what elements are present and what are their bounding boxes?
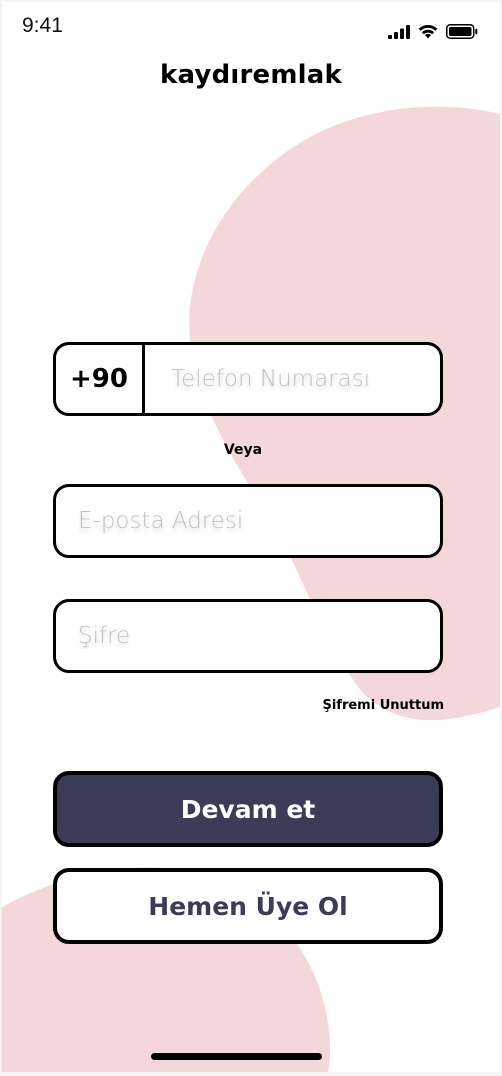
- register-button[interactable]: Hemen Üye Ol: [53, 868, 443, 944]
- wifi-icon: [418, 24, 438, 38]
- login-screen: 9:41 kaydıremlak +90 Veya Şifremi Unuttu…: [2, 2, 500, 1072]
- forgot-password-link[interactable]: Şifremi Unuttum: [322, 698, 444, 713]
- app-title: kaydıremlak: [159, 60, 342, 90]
- or-separator: Veya: [223, 442, 263, 458]
- email-input[interactable]: [56, 487, 440, 555]
- status-time: 9:41: [22, 14, 63, 37]
- country-code[interactable]: +90: [56, 345, 145, 413]
- home-indicator: [151, 1053, 322, 1060]
- password-field: [53, 599, 443, 673]
- continue-button[interactable]: Devam et: [53, 771, 443, 847]
- battery-icon: [446, 24, 478, 39]
- phone-field: +90: [53, 342, 443, 416]
- email-field: [53, 484, 443, 558]
- password-input[interactable]: [56, 602, 440, 670]
- status-icons: [388, 24, 478, 39]
- cellular-signal-icon: [388, 24, 410, 39]
- phone-number-input[interactable]: [145, 345, 440, 413]
